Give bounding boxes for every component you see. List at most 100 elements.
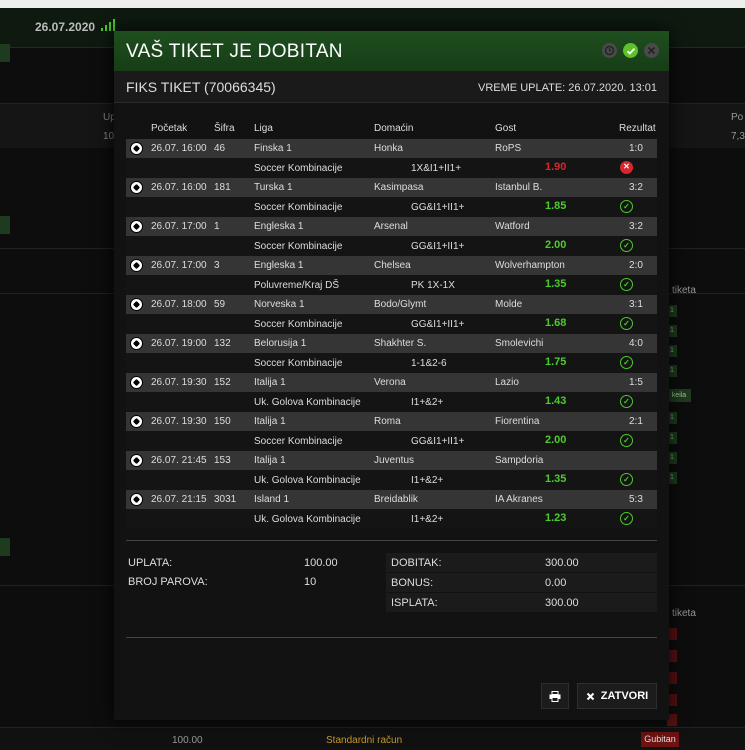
match-row: 26.07. 21:45 153 Italija 1 Juventus Sampdori… [126,451,657,490]
bet-odd: 2.00 [545,434,567,446]
matches-table: Početak Šifra Liga Domaćin Gost Rezultat… [126,120,657,529]
match-main-row: 26.07. 18:00 59 Norveska 1 Bodo/Glymt Molde 3… [126,295,657,314]
bet-type: Uk. Golova Kombinacije [254,397,361,408]
match-main-row: 26.07. 21:15 3031 Island 1 Breidablik IA Akr… [126,490,657,509]
bet-pick: GG&I1+II1+ [411,241,465,252]
match-away: Watford [495,221,530,232]
match-code: 181 [214,182,231,193]
win-check-icon: ✓ [620,395,633,408]
match-away: Lazio [495,377,519,388]
close-icon[interactable] [644,43,659,58]
match-rows: 26.07. 16:00 46 Finska 1 Honka RoPS 1:0 Soccer… [126,139,657,529]
match-home: Kasimpasa [374,182,424,193]
close-button[interactable]: ZATVORI [577,683,657,709]
match-main-row: 26.07. 17:00 3 Engleska 1 Chelsea Wolverhamp… [126,256,657,275]
browser-top-strip [0,0,745,8]
match-bet-row: Poluvreme/Kraj DŠ PK 1X-1X 1.35 ✓ [126,275,657,295]
match-away: Molde [495,299,523,310]
soccer-ball-icon [130,493,143,506]
bg-side-tab[interactable] [0,44,10,62]
bet-type: Soccer Kombinacije [254,436,343,447]
col-result: Rezultat [619,123,656,134]
match-row: 26.07. 19:00 132 Belorusija 1 Shakhter S. Sm… [126,334,657,373]
ticket-info-bar: FIKS TIKET (70066345) VREME UPLATE: 26.0… [114,71,669,103]
bet-pick: I1+&2+ [411,397,444,408]
bet-pick: 1-1&2-6 [411,358,447,369]
match-start: 26.07. 21:45 [151,455,207,466]
match-code: 132 [214,338,231,349]
match-main-row: 26.07. 19:30 152 Italija 1 Verona Lazio 1:5 [126,373,657,392]
match-bet-row: Uk. Golova Kombinacije I1+&2+ 1.35 ✓ [126,470,657,490]
bet-pick: I1+&2+ [411,514,444,525]
bet-odd: 1.23 [545,512,567,524]
close-x-icon [586,692,594,700]
match-home: Chelsea [374,260,411,271]
win-check-icon: ✓ [620,473,633,486]
match-row: 26.07. 18:00 59 Norveska 1 Bodo/Glymt Molde 3… [126,295,657,334]
match-bet-row: Soccer Kombinacije 1-1&2-6 1.75 ✓ [126,353,657,373]
col-start: Početak [151,123,188,134]
bet-type: Soccer Kombinacije [254,202,343,213]
bet-type: Poluvreme/Kraj DŠ [254,280,340,291]
match-league: Italija 1 [254,377,286,388]
bonus-label: BONUS: [391,577,434,589]
footer-divider [126,637,657,638]
match-away: Wolverhampton [495,260,565,271]
match-league: Turska 1 [254,182,293,193]
match-row: 26.07. 21:15 3031 Island 1 Breidablik IA Akr… [126,490,657,529]
win-check-icon: ✓ [620,434,633,447]
match-bet-row: Uk. Golova Kombinacije I1+&2+ 1.43 ✓ [126,392,657,412]
match-row: 26.07. 16:00 46 Finska 1 Honka RoPS 1:0 Soccer… [126,139,657,178]
bg-side-tab[interactable] [0,216,10,234]
match-code: 150 [214,416,231,427]
col-league: Liga [254,123,273,134]
match-main-row: 26.07. 16:00 181 Turska 1 Kasimpasa Istanbul… [126,178,657,197]
pairs-label: BROJ PAROVA: [128,576,208,588]
match-code: 153 [214,455,231,466]
bg-value-left: 10 [103,131,115,142]
match-code: 152 [214,377,231,388]
bet-odd: 1.90 [545,161,567,173]
lose-x-icon: ✕ [620,161,633,174]
match-result: 1:5 [629,377,643,388]
signal-icon [101,19,117,31]
match-start: 26.07. 19:30 [151,416,207,427]
stake-label: UPLATA: [128,557,173,569]
match-result: 4:0 [629,338,643,349]
check-icon [623,43,638,58]
print-button[interactable] [541,683,569,709]
match-row: 26.07. 17:00 3 Engleska 1 Chelsea Wolverhamp… [126,256,657,295]
soccer-ball-icon [130,142,143,155]
match-main-row: 26.07. 16:00 46 Finska 1 Honka RoPS 1:0 [126,139,657,158]
bg-status-badge: keila [667,389,691,402]
bet-type: Soccer Kombinacije [254,163,343,174]
match-away: RoPS [495,143,522,154]
bonus-value: 0.00 [545,577,567,589]
win-check-icon: ✓ [620,317,633,330]
match-bet-row: Soccer Kombinacije GG&I1+II1+ 1.85 ✓ [126,197,657,217]
match-result: 3:2 [629,182,643,193]
match-home: Roma [374,416,401,427]
win-check-icon: ✓ [620,356,633,369]
header-icons [602,43,659,58]
match-main-row: 26.07. 21:45 153 Italija 1 Juventus Sampdori… [126,451,657,470]
match-home: Arsenal [374,221,408,232]
payment-time: VREME UPLATE: 26.07.2020. 13:01 [478,82,657,94]
print-icon [549,690,561,702]
soccer-ball-icon [130,376,143,389]
match-away: Sampdoria [495,455,544,466]
match-main-row: 26.07. 19:30 150 Italija 1 Roma Fiorentina 2:… [126,412,657,431]
match-league: Norveska 1 [254,299,305,310]
bet-pick: GG&I1+II1+ [411,319,465,330]
match-main-row: 26.07. 17:00 1 Engleska 1 Arsenal Watford 3:2 [126,217,657,236]
match-row: 26.07. 19:30 152 Italija 1 Verona Lazio 1:5 Uk… [126,373,657,412]
soccer-ball-icon [130,415,143,428]
match-result: 5:3 [629,494,643,505]
match-away: Fiorentina [495,416,540,427]
match-result: 3:1 [629,299,643,310]
modal-title: VAŠ TIKET JE DOBITAN [126,41,343,62]
match-row: 26.07. 17:00 1 Engleska 1 Arsenal Watford 3:2… [126,217,657,256]
bet-odd: 1.75 [545,356,567,368]
match-home: Breidablik [374,494,418,505]
bg-side-tab[interactable] [0,538,10,556]
